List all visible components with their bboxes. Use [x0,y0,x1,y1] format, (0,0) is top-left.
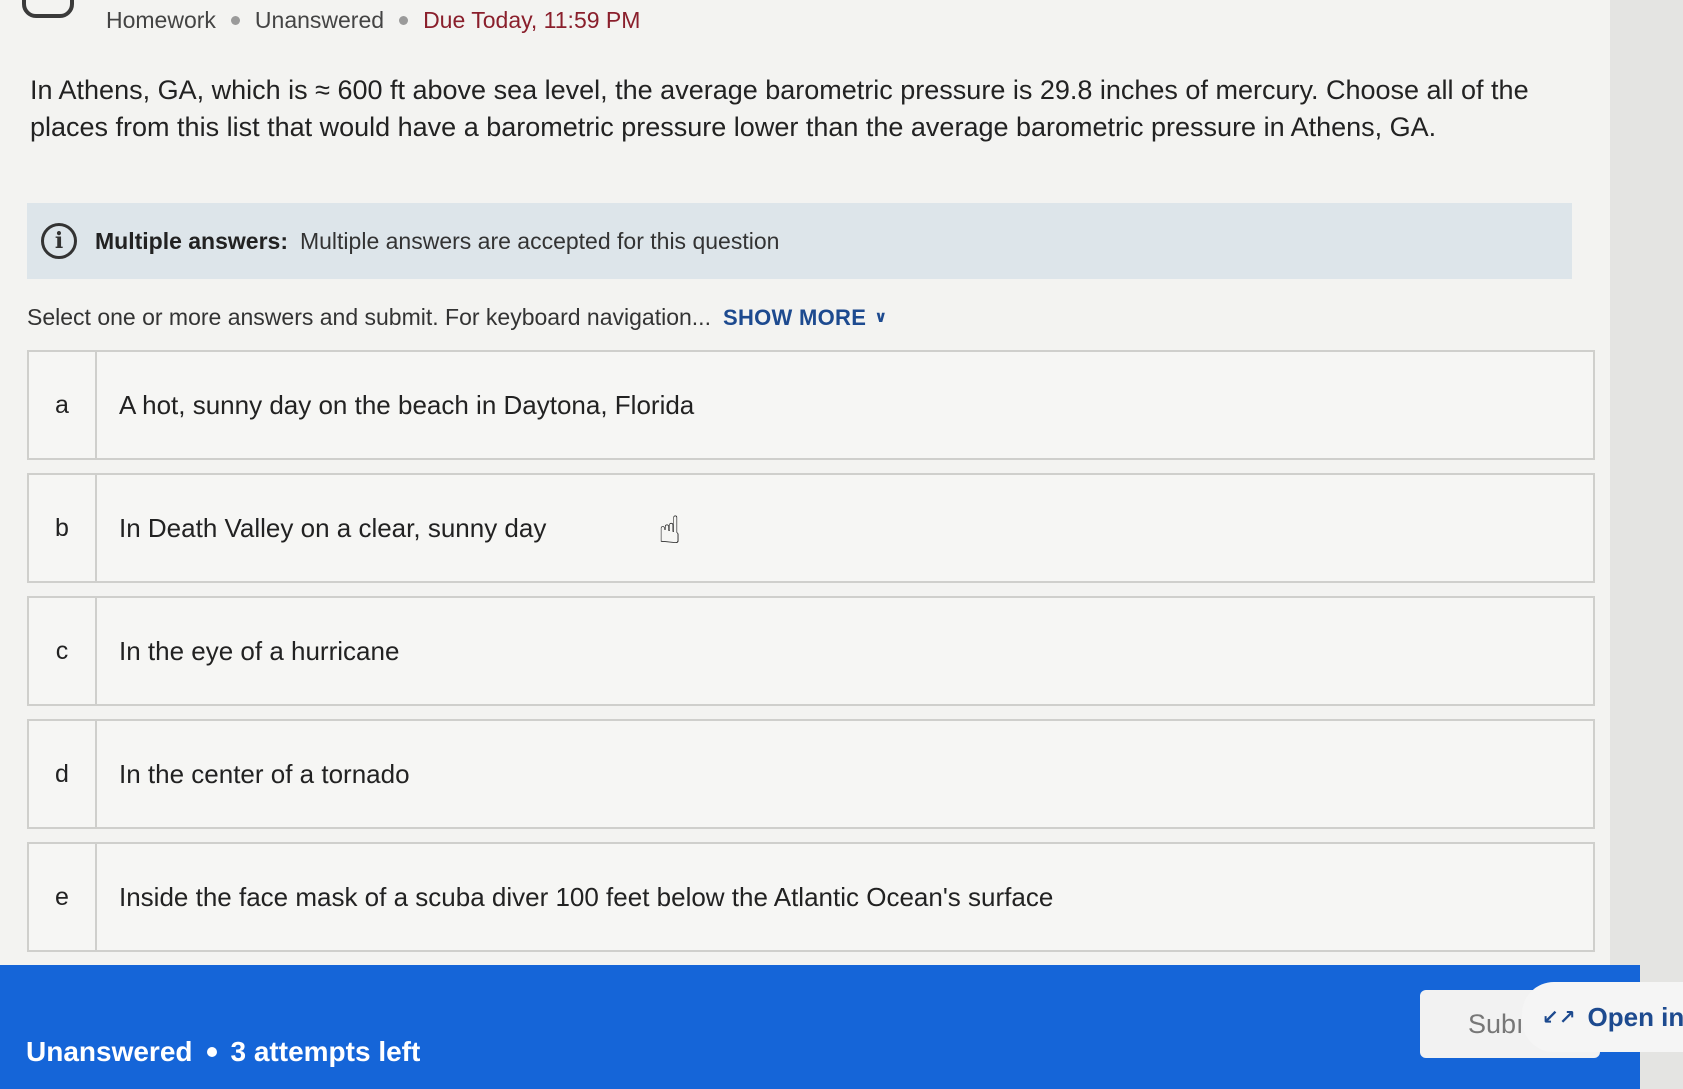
submit-label: Subı [1468,1008,1524,1039]
open-in-button[interactable]: ↙↗ Open in I [1522,982,1683,1052]
breadcrumb: Homework Unanswered Due Today, 11:59 PM [106,4,640,36]
hand-cursor-icon: ☝ [658,510,682,552]
chevron-down-icon: ∨ [874,308,888,326]
option-e[interactable]: e Inside the face mask of a scuba diver … [27,842,1595,952]
info-title: Multiple answers: [95,227,288,254]
option-d[interactable]: d In the center of a tornado [27,719,1595,829]
info-banner: i Multiple answers: Multiple answers are… [27,203,1572,279]
chat-icon[interactable] [22,0,74,18]
open-in-label: Open in I [1587,1001,1683,1032]
question-text: In Athens, GA, which is ≈ 600 ft above s… [30,75,1529,142]
option-b[interactable]: b In Death Valley on a clear, sunny day [27,473,1595,583]
breadcrumb-section: Homework [106,6,216,33]
info-icon: i [41,223,77,259]
footer-status: Unanswered [26,1036,193,1067]
expand-icon: ↙↗ [1542,1006,1576,1029]
show-more-button[interactable]: SHOW MORE ∨ [723,305,888,331]
option-text: Inside the face mask of a scuba diver 10… [119,881,1054,912]
option-c[interactable]: c In the eye of a hurricane [27,596,1595,706]
footer-bar [0,965,1640,1089]
option-letter: a [29,352,97,458]
option-text: A hot, sunny day on the beach in Daytona… [119,389,695,420]
instructions: Select one or more answers and submit. F… [27,304,888,331]
option-text: In the eye of a hurricane [119,635,400,666]
separator-dot-icon [206,1047,217,1057]
attempt-status: Unanswered 3 attempts left [26,1036,420,1068]
page: Homework Unanswered Due Today, 11:59 PM … [0,0,1611,1089]
separator-dot-icon [399,15,409,25]
due-date: Due Today, 11:59 PM [423,6,641,33]
option-letter: b [29,475,97,581]
option-text: In the center of a tornado [119,758,410,789]
info-text: Multiple answers are accepted for this q… [299,227,780,254]
right-margin [1610,0,1683,1089]
separator-dot-icon [230,15,240,25]
show-more-label: SHOW MORE [722,304,867,330]
option-a[interactable]: a A hot, sunny day on the beach in Dayto… [27,350,1595,460]
attempts-left: 3 attempts left [230,1036,421,1067]
instructions-text: Select one or more answers and submit. F… [27,304,711,330]
answer-options: a A hot, sunny day on the beach in Dayto… [27,350,1595,965]
option-text: In Death Valley on a clear, sunny day [119,512,547,543]
option-letter: d [29,721,97,827]
option-letter: c [29,598,97,704]
option-letter: e [29,844,97,950]
breadcrumb-status: Unanswered [254,6,385,33]
